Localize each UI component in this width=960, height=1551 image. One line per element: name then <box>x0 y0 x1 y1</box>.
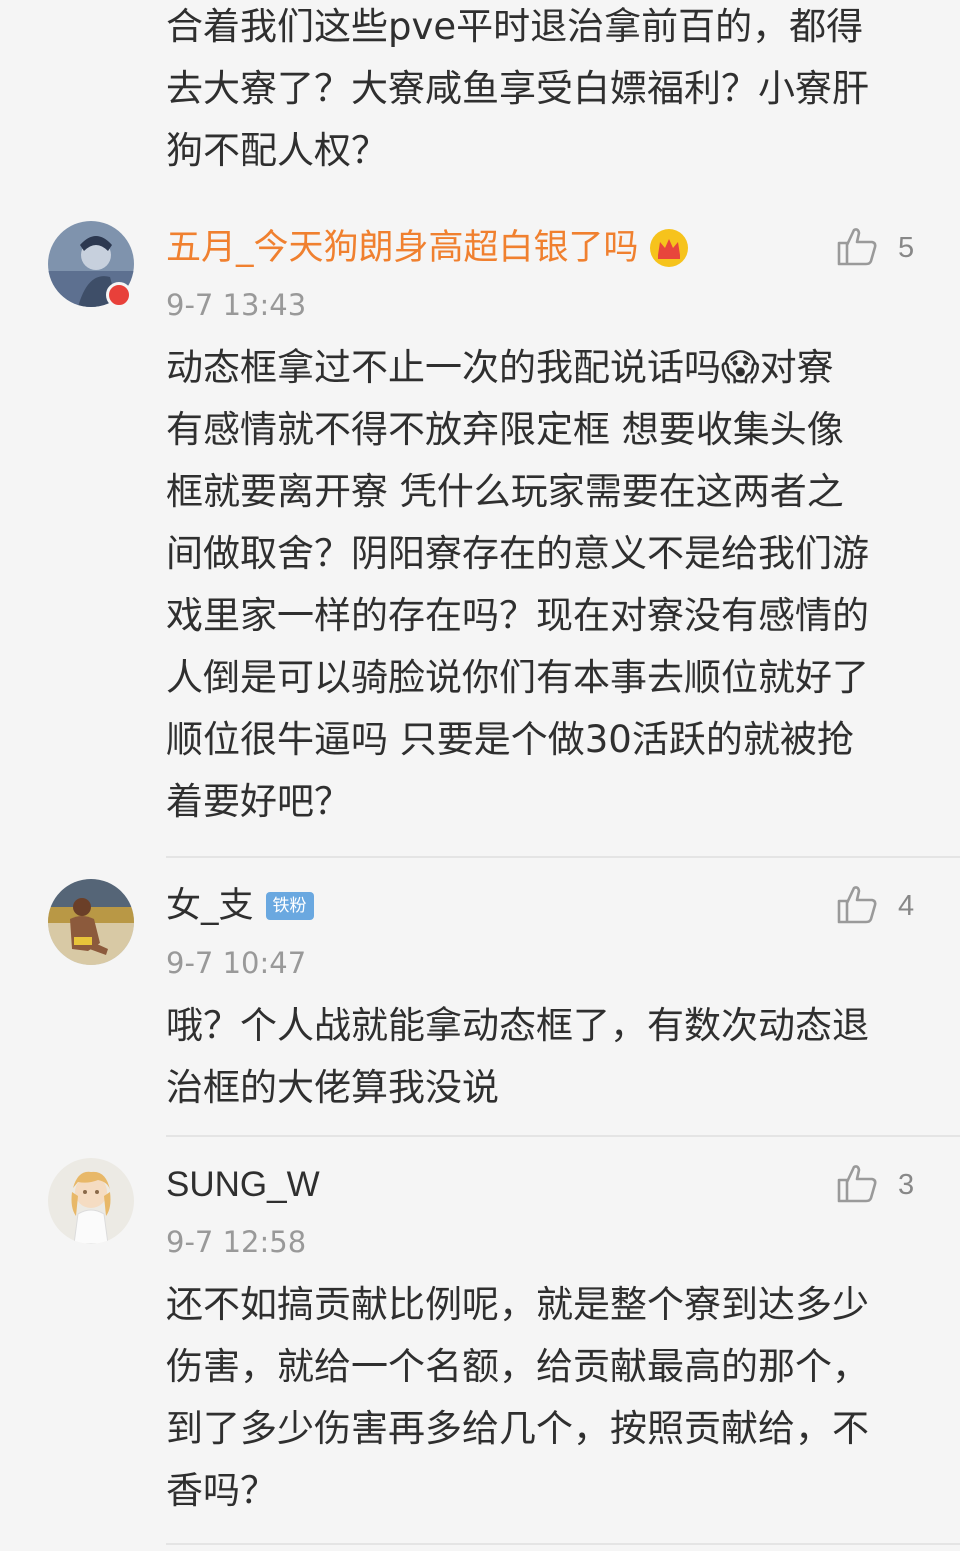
like-count: 3 <box>898 1168 915 1201</box>
like-button[interactable]: 3 <box>836 1163 914 1207</box>
thumbs-up-icon <box>836 226 878 270</box>
username-text: 五月_今天狗朗身高超白银了吗 <box>166 228 639 268</box>
like-count: 5 <box>898 231 915 264</box>
comment-timestamp: 9-7 13:43 <box>166 288 307 322</box>
avatar[interactable] <box>48 879 134 965</box>
comment-timestamp: 9-7 10:47 <box>166 946 307 980</box>
thumbs-up-icon <box>836 1163 878 1207</box>
like-count: 4 <box>898 889 915 922</box>
divider <box>166 1543 960 1545</box>
verified-badge-icon <box>106 282 132 308</box>
username[interactable]: SUNG_W <box>166 1163 320 1207</box>
username[interactable]: 女_支 铁粉 <box>166 884 314 928</box>
like-button[interactable]: 4 <box>836 884 914 928</box>
comment-body: 合着我们这些pve平时退治拿前百的，都得 去大寮了？大寮咸鱼享受白嫖福利？小寮肝… <box>166 5 869 172</box>
avatar[interactable] <box>48 1158 134 1244</box>
username[interactable]: 五月_今天狗朗身高超白银了吗 <box>166 226 689 270</box>
comment-body: 哦？个人战就能拿动态框了，有数次动态退 治框的大佬算我没说 <box>166 1004 869 1109</box>
crown-icon <box>649 228 689 268</box>
comment-timestamp: 9-7 12:58 <box>166 1225 307 1259</box>
username-text: 女_支 <box>166 886 254 926</box>
fan-badge: 铁粉 <box>265 892 314 920</box>
username-text: SUNG_W <box>166 1165 320 1204</box>
comment-body: 动态框拿过不止一次的我配说话吗😱对寮 有感情就不得不放弃限定框 想要收集头像 框… <box>166 346 869 823</box>
thumbs-up-icon <box>836 884 878 928</box>
comment-body: 还不如搞贡献比例呢，就是整个寮到达多少 伤害，就给一个名额，给贡献最高的那个， … <box>166 1283 869 1512</box>
divider <box>166 856 960 858</box>
divider <box>166 1135 960 1137</box>
like-button[interactable]: 5 <box>836 226 914 270</box>
